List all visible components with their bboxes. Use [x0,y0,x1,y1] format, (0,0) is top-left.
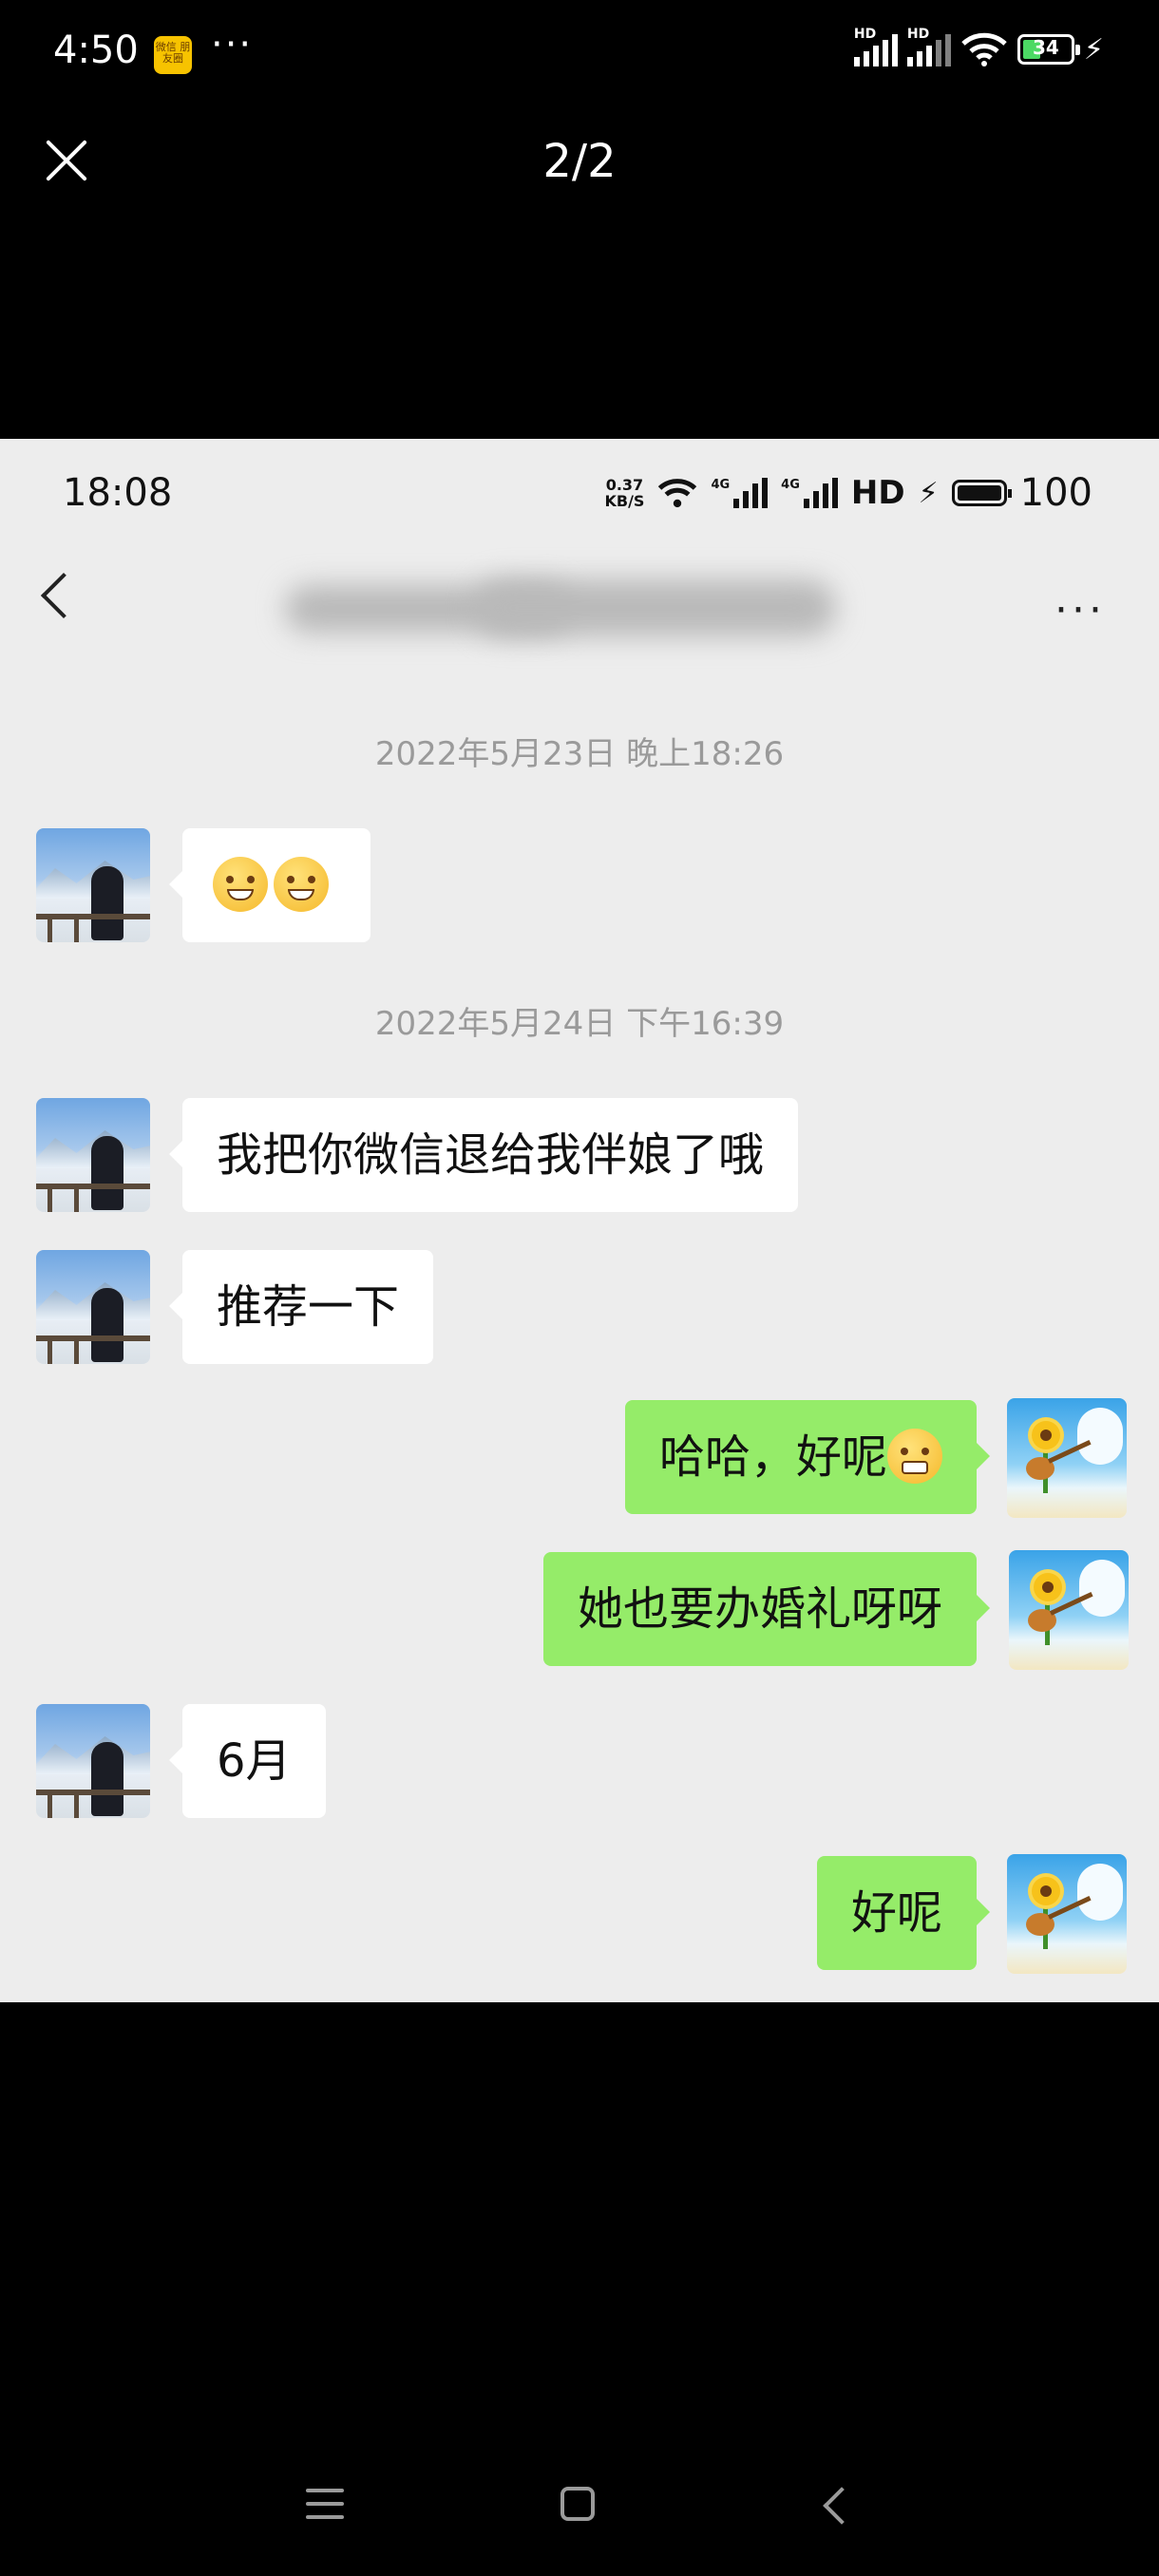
contact-avatar[interactable] [36,1250,150,1364]
system-nav-bar [0,2460,1159,2555]
message-text: 哈哈，好呢 [658,1430,887,1484]
inner-hd-icon: HD [850,474,905,512]
home-icon[interactable] [560,2487,595,2521]
recent-apps-icon[interactable] [306,2489,344,2523]
message-bubble[interactable]: 我把你微信退给我伴娘了哦 [168,1098,799,1212]
signal-icon: HD [853,27,898,66]
more-notifications-icon: ··· [211,23,254,66]
contact-avatar[interactable] [36,828,150,942]
message-bubble[interactable]: 推荐一下 [168,1250,434,1364]
my-avatar[interactable] [1009,1550,1129,1670]
battery-icon: 34 [1016,34,1080,65]
inner-wifi-icon [658,479,697,508]
timestamp: 2022年5月24日 下午16:39 [374,1005,785,1043]
inner-battery-level: 100 [1019,471,1092,515]
hug-emoji-icon [274,857,329,912]
inner-signal-icon: 4G [711,478,769,508]
message-bubble-sent[interactable]: 哈哈，好呢 [624,1400,991,1514]
contact-avatar[interactable] [36,1098,150,1212]
status-bar: 4:50 微信 朋友圈 ··· HD HD 34 ⚡ [0,0,1159,114]
message-bubble-sent[interactable]: 好呢 [816,1856,991,1970]
charging-icon: ⚡ [1083,32,1104,66]
inner-status-icons: 0.37 KB/S 4G 4G HD ⚡ 100 [604,471,1092,515]
message-bubble[interactable] [169,828,370,942]
image-counter: 2/2 [542,135,617,188]
chat-header: ··· [0,543,1159,655]
status-icons: HD HD 34 ⚡ [853,27,1104,66]
inner-signal-icon-2: 4G [781,478,838,508]
more-options-icon[interactable]: ··· [1054,586,1106,635]
contact-avatar[interactable] [36,1704,150,1818]
system-back-icon[interactable] [823,2487,861,2525]
message-bubble[interactable]: 6月 [169,1704,326,1818]
network-speed: 0.37 KB/S [604,476,645,510]
wifi-icon [961,32,1007,66]
blurred-contact-name [266,576,912,642]
timestamp: 2022年5月23日 晚上18:26 [374,735,785,773]
inner-battery-icon [951,480,1012,506]
inner-status-time: 18:08 [63,471,173,515]
status-time: 4:50 [53,28,139,72]
chat-screenshot-image: 18:08 0.37 KB/S 4G 4G HD ⚡ 100 ··· 2022年… [0,439,1159,2002]
message-bubble-sent[interactable]: 她也要办婚礼呀呀 [542,1552,991,1666]
hug-emoji-icon [213,857,268,912]
inner-charging-icon: ⚡ [918,476,939,510]
my-avatar[interactable] [1007,1398,1127,1518]
my-avatar[interactable] [1007,1854,1127,1974]
inner-status-bar: 18:08 0.37 KB/S 4G 4G HD ⚡ 100 [0,439,1159,543]
app-notification-icon: 微信 朋友圈 [154,36,192,74]
signal-icon-2: HD [906,27,951,66]
grin-emoji-icon [887,1429,942,1484]
back-icon[interactable] [40,572,87,619]
